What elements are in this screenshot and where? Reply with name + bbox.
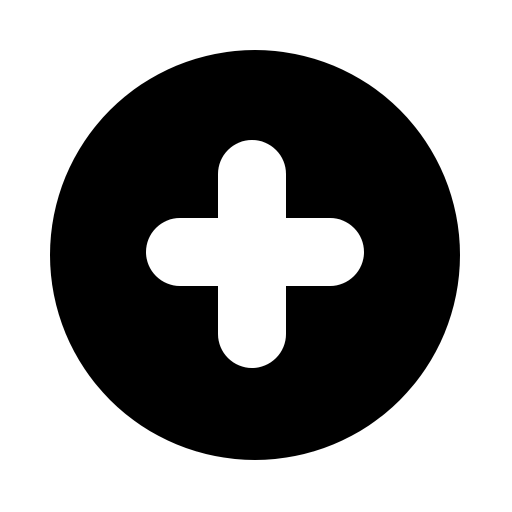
plus-horizontal-bar [146,218,364,286]
icon-canvas [0,0,512,512]
plus-icon [146,140,364,368]
add-button[interactable] [50,50,460,460]
